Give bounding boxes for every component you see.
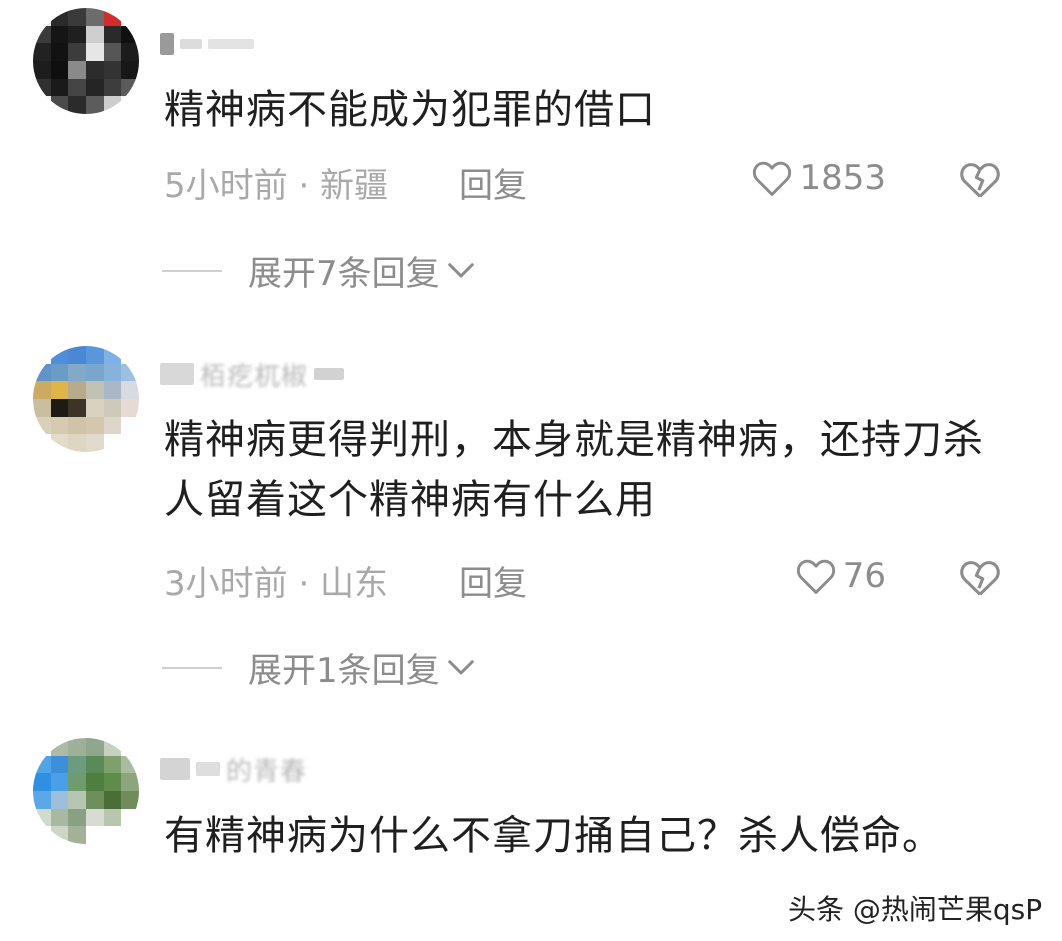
username-partial: 栢疙杌椒 [200, 361, 309, 392]
chevron-down-icon [447, 262, 474, 277]
username-redacted[interactable] [160, 30, 254, 58]
expand-replies-label: 展开7条回复 [248, 254, 440, 294]
expand-replies-label: 展开1条回复 [248, 651, 440, 691]
comment-time-location: 5小时前 · 新疆 [164, 166, 389, 206]
reply-button[interactable]: 回复 [459, 556, 527, 605]
watermark: 头条 @热闹芒果qsP [788, 893, 1043, 926]
avatar[interactable] [33, 8, 139, 114]
reply-button[interactable]: 回复 [459, 158, 527, 207]
expand-replies-button[interactable]: 展开7条回复 [162, 246, 476, 295]
heart-outline-icon [753, 161, 792, 196]
broken-heart-icon[interactable] [958, 160, 1002, 200]
username-redacted[interactable]: 的青春 [160, 755, 307, 787]
like-button[interactable]: 76 [795, 556, 886, 596]
expand-replies-button[interactable]: 展开1条回复 [162, 643, 476, 692]
comment-text: 精神病更得判刑，本身就是精神病，还持刀杀人留着这个精神病有什么用 [164, 417, 984, 523]
comment-time-location: 3小时前 · 山东 [164, 564, 389, 604]
like-count: 1853 [799, 158, 886, 198]
username-partial: 的青春 [226, 756, 308, 787]
comment-text: 有精神病为什么不拿刀捅自己？杀人偿命。 [164, 813, 943, 859]
broken-heart-icon[interactable] [958, 558, 1002, 598]
comment-text: 精神病不能成为犯罪的借口 [164, 87, 656, 133]
avatar[interactable] [33, 346, 139, 452]
username-redacted[interactable]: 栢疙杌椒 [160, 360, 345, 392]
chevron-down-icon [447, 659, 474, 674]
heart-outline-icon [796, 559, 835, 594]
divider-line [162, 666, 222, 669]
like-count: 76 [842, 556, 886, 596]
like-button[interactable]: 1853 [751, 158, 886, 198]
divider-line [162, 269, 222, 272]
avatar[interactable] [33, 738, 139, 844]
